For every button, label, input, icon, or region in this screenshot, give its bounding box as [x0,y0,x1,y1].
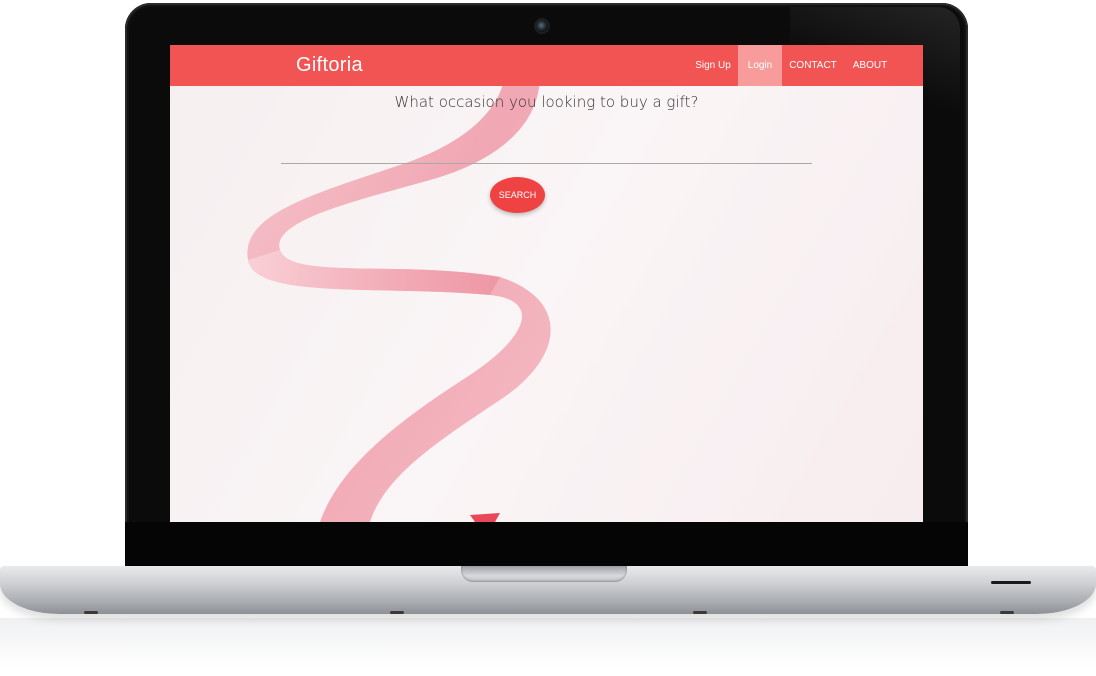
laptop-foot [390,611,404,614]
nav-login[interactable]: Login [738,45,782,86]
camera-icon [536,20,548,32]
nav-sign-up[interactable]: Sign Up [688,45,738,86]
occasion-search-input[interactable] [281,141,812,164]
occasion-question: What occasion you looking to buy a gift? [394,93,699,111]
nav-about[interactable]: ABOUT [846,45,894,86]
laptop-foot [84,611,98,614]
laptop-base [0,566,1096,614]
laptop-reflection [0,618,1096,668]
laptop-foot [1000,611,1014,614]
search-button[interactable]: SEARCH [490,177,545,213]
laptop-foot [693,611,707,614]
ribbon-image [247,45,551,522]
laptop-chin [125,522,968,569]
top-navbar: Giftoria Sign Up Login CONTACT ABOUT [170,45,923,86]
lid-opening-notch [461,566,627,582]
laptop-mockup: Giftoria Sign Up Login CONTACT ABOUT Wha… [0,0,1096,676]
sleep-indicator [991,581,1031,584]
nav-contact[interactable]: CONTACT [784,45,842,86]
brand-logo[interactable]: Giftoria [296,53,363,77]
browser-screen: Giftoria Sign Up Login CONTACT ABOUT Wha… [170,45,923,522]
